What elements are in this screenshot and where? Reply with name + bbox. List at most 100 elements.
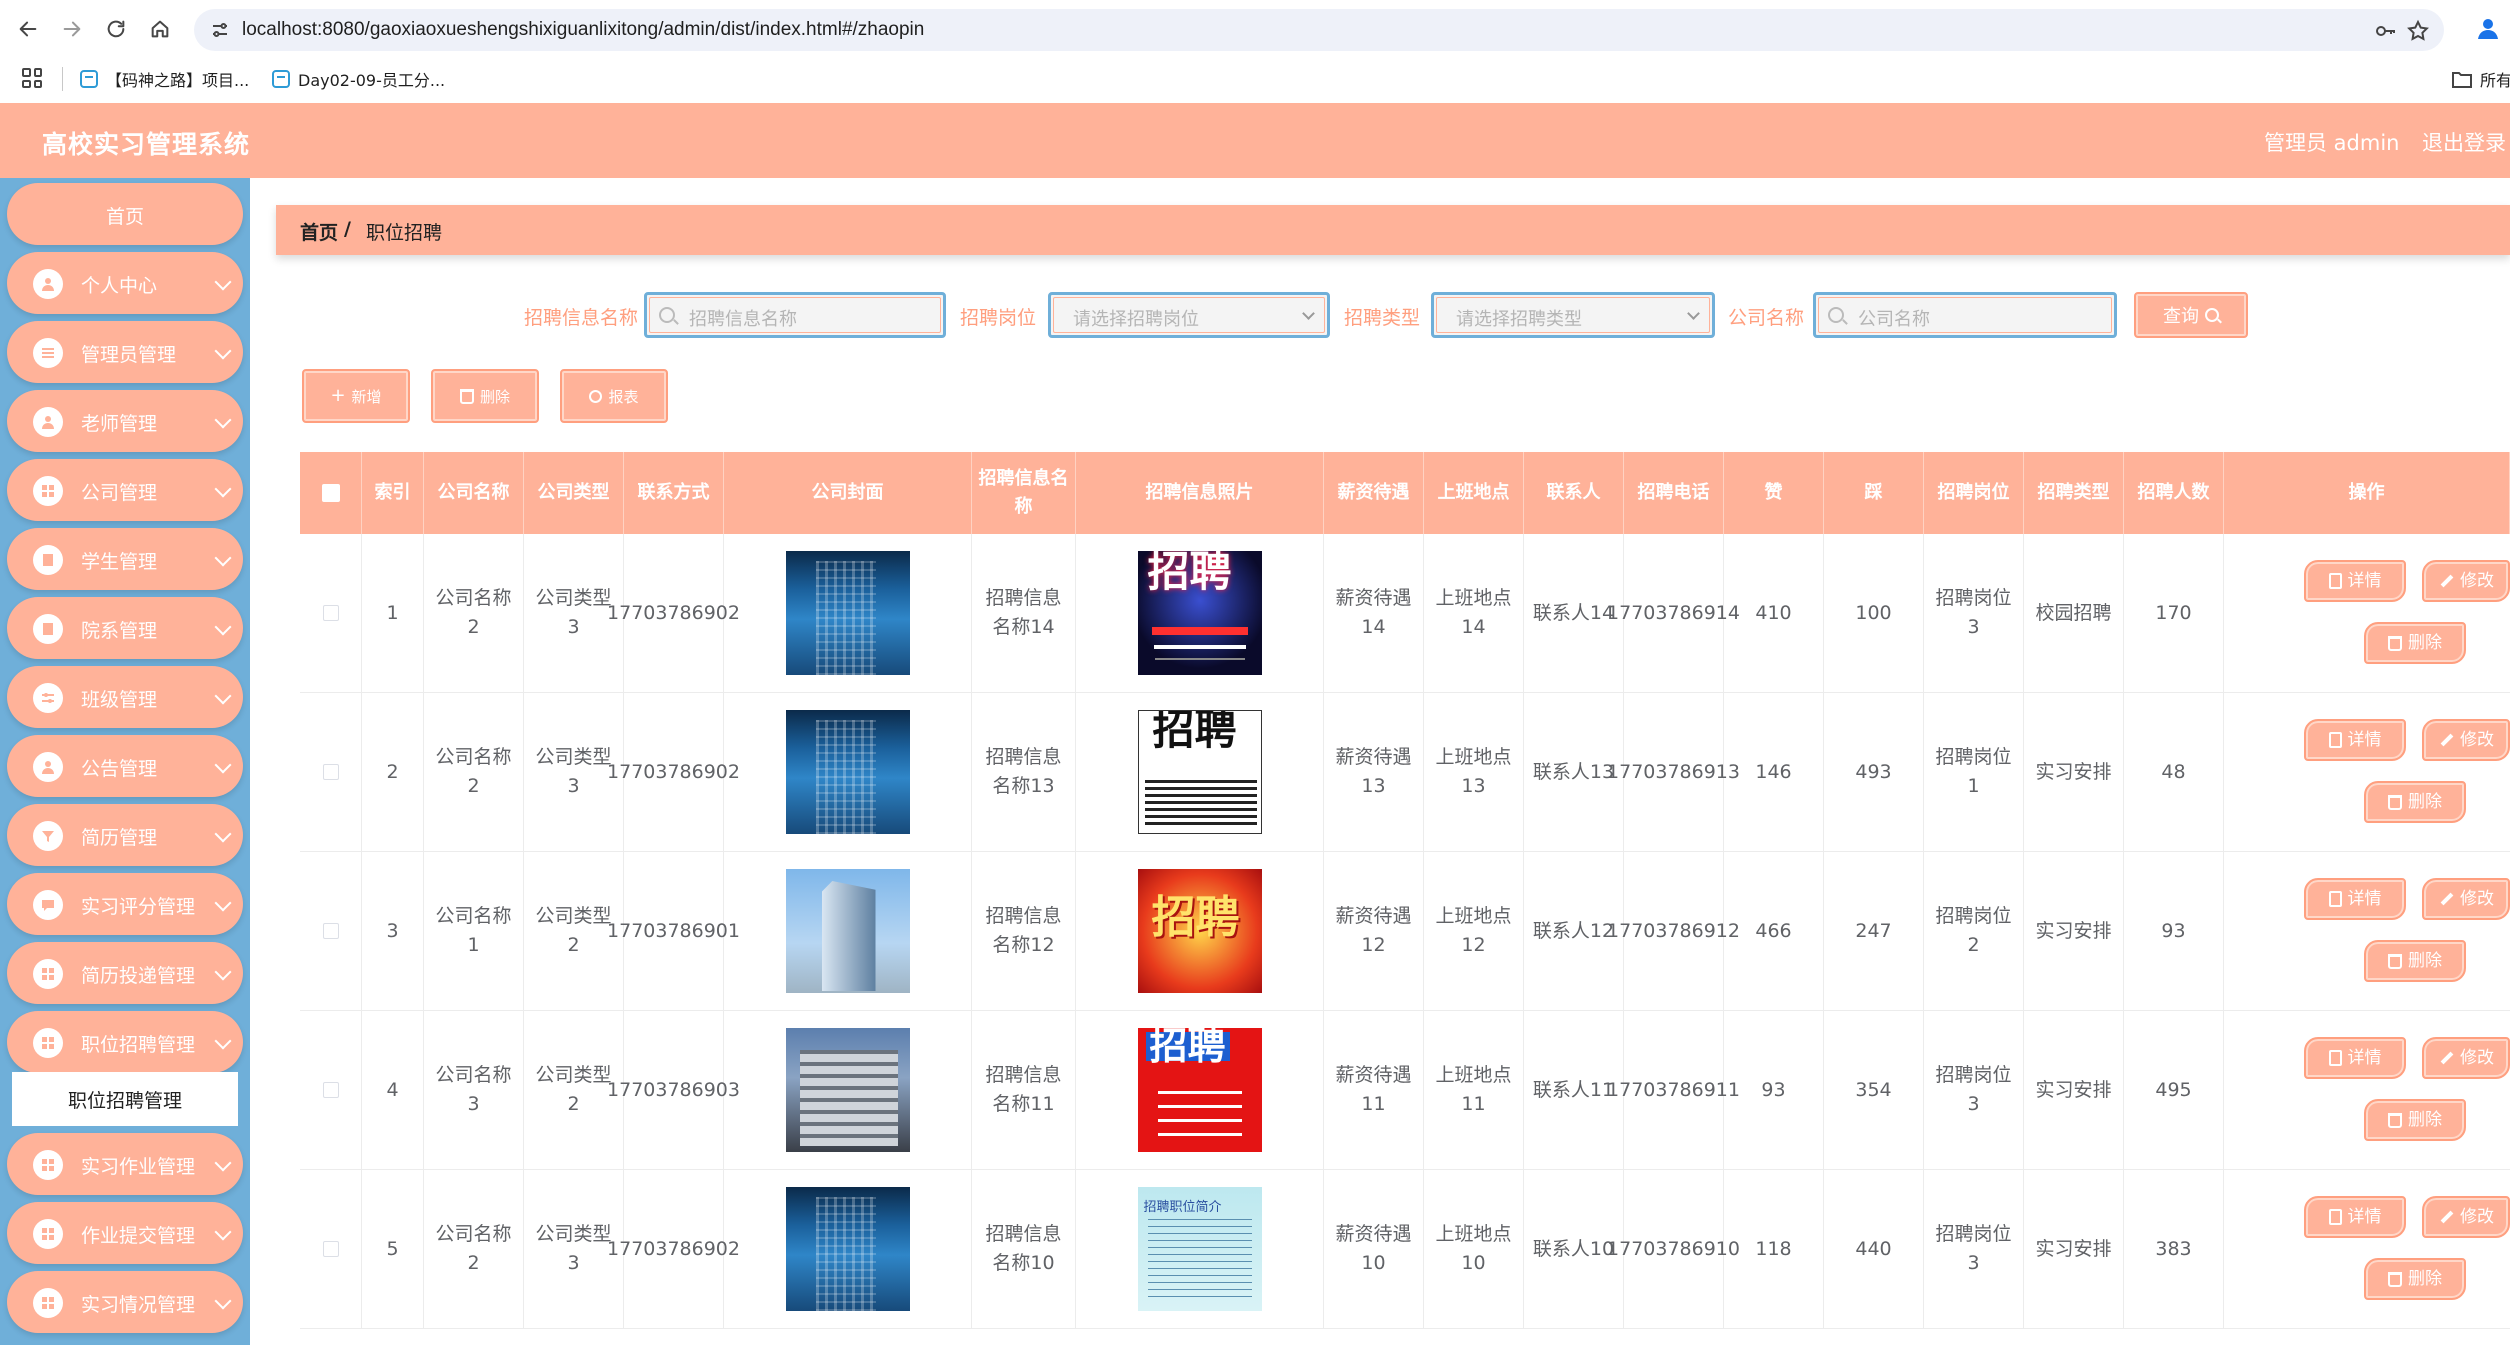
company-cover-image[interactable]: [785, 710, 910, 834]
filter-icon: [33, 821, 63, 851]
chevron-down-icon: [214, 1154, 232, 1172]
sidebar-item-13[interactable]: 实习作业管理: [7, 1133, 243, 1195]
chevron-down-icon: [214, 1032, 232, 1050]
sidebar-item-4[interactable]: 公司管理: [7, 459, 243, 521]
address-bar[interactable]: localhost:8080/gaoxiaoxueshengshixiguanl…: [194, 9, 2444, 51]
company-cover-image[interactable]: [785, 551, 910, 675]
company-cover-image[interactable]: [785, 869, 910, 993]
site-info-icon[interactable]: [210, 20, 230, 40]
edit-button[interactable]: 修改: [2422, 719, 2510, 761]
trash-icon: [2388, 953, 2402, 969]
sidebar-item-14[interactable]: 作业提交管理: [7, 1202, 243, 1264]
name-filter-input[interactable]: 招聘信息名称: [644, 292, 946, 338]
delete-button[interactable]: 删除: [2364, 1099, 2466, 1141]
add-button[interactable]: + 新增: [302, 369, 410, 423]
recruitment-photo-image[interactable]: [1137, 551, 1262, 675]
sidebar-item-9[interactable]: 简历管理: [7, 804, 243, 866]
photo-cell: [1076, 1170, 1324, 1328]
recruitment-photo-image[interactable]: [1137, 1187, 1262, 1311]
sidebar-item-3[interactable]: 老师管理: [7, 390, 243, 452]
back-icon[interactable]: [12, 13, 44, 45]
delete-button[interactable]: 删除: [2364, 1258, 2466, 1300]
reload-icon[interactable]: [100, 13, 132, 45]
edit-button[interactable]: 修改: [2422, 560, 2510, 602]
bookmark-item-1[interactable]: 【码神之路】项目...: [80, 67, 249, 91]
cell-count: 495: [2124, 1011, 2224, 1169]
sidebar-item-12[interactable]: 职位招聘管理: [7, 1011, 243, 1073]
recruitment-photo-image[interactable]: [1137, 710, 1262, 834]
row-checkbox[interactable]: [322, 1241, 339, 1257]
sidebar-item-10[interactable]: 实习评分管理: [7, 873, 243, 935]
sidebar-item-11[interactable]: 简历投递管理: [7, 942, 243, 1004]
cell-tel: 17703786911: [1607, 1011, 1740, 1169]
delete-button[interactable]: 删除: [2364, 781, 2466, 823]
submenu-item-active[interactable]: 职位招聘管理: [12, 1072, 238, 1126]
delete-button[interactable]: 删除: [2364, 622, 2466, 664]
sidebar-item-5[interactable]: 学生管理: [7, 528, 243, 590]
company-cover-image[interactable]: [785, 1187, 910, 1311]
apps-icon[interactable]: [22, 68, 42, 88]
detail-button[interactable]: 详情: [2304, 1196, 2406, 1238]
detail-button[interactable]: 详情: [2304, 1037, 2406, 1079]
position-filter-select[interactable]: 请选择招聘岗位: [1048, 292, 1330, 338]
detail-button[interactable]: 详情: [2304, 719, 2406, 761]
company-filter-placeholder: 公司名称: [1858, 309, 1930, 330]
edit-button[interactable]: 修改: [2422, 1037, 2510, 1079]
sidebar-item-7[interactable]: 班级管理: [7, 666, 243, 728]
breadcrumb-home[interactable]: 首页: [300, 218, 338, 245]
forward-icon[interactable]: [56, 13, 88, 45]
chevron-down-icon: [214, 894, 232, 912]
recruitment-photo-image[interactable]: [1137, 869, 1262, 993]
password-key-icon[interactable]: [2374, 19, 2398, 43]
column-header: 招聘信息名称: [972, 452, 1076, 534]
row-checkbox[interactable]: [322, 1082, 339, 1098]
sidebar-item-8[interactable]: 公告管理: [7, 735, 243, 797]
detail-button[interactable]: 详情: [2304, 560, 2406, 602]
cell-name: 招聘信息名称12: [972, 852, 1076, 1010]
row-checkbox-cell: [300, 693, 362, 851]
bulk-delete-button[interactable]: 删除: [431, 369, 539, 423]
bookmark-star-icon[interactable]: [2406, 19, 2430, 43]
edit-button[interactable]: 修改: [2422, 1196, 2510, 1238]
select-all-checkbox[interactable]: [321, 484, 340, 502]
row-checkbox[interactable]: [322, 764, 339, 780]
all-bookmarks[interactable]: 所有: [2452, 67, 2510, 91]
edit-button[interactable]: 修改: [2422, 878, 2510, 920]
sidebar-item-15[interactable]: 实习情况管理: [7, 1271, 243, 1333]
name-filter-label: 招聘信息名称: [524, 307, 639, 329]
bookmark-item-2[interactable]: Day02-09-员工分...: [272, 67, 445, 91]
cell-phone: 17703786902: [607, 1170, 740, 1328]
bilibili-icon: [80, 70, 98, 88]
home-icon[interactable]: [144, 13, 176, 45]
company-cover-image[interactable]: [785, 1028, 910, 1152]
detail-button[interactable]: 详情: [2304, 878, 2406, 920]
position-filter-placeholder: 请选择招聘岗位: [1073, 309, 1199, 330]
row-checkbox[interactable]: [322, 923, 339, 939]
chevron-down-icon: [214, 342, 232, 360]
query-button[interactable]: 查询: [2134, 292, 2248, 338]
table-header: 索引 公司名称 公司类型 联系方式 公司封面 招聘信息名称 招聘信息照片 薪资待遇 上班地点 联系…: [300, 452, 2510, 534]
cell-company: 公司名称2: [424, 693, 524, 851]
sidebar-item-home[interactable]: 首页: [7, 183, 243, 245]
profile-icon[interactable]: [2474, 14, 2502, 42]
logout-link[interactable]: 退出登录: [2422, 127, 2506, 157]
grid-icon: [33, 959, 63, 989]
sidebar-item-2[interactable]: 管理员管理: [7, 321, 243, 383]
delete-label: 删除: [2408, 950, 2442, 971]
sidebar-item-label: 老师管理: [81, 413, 158, 435]
sidebar-item-1[interactable]: 个人中心: [7, 252, 243, 314]
delete-button[interactable]: 删除: [2364, 940, 2466, 982]
report-button[interactable]: 报表: [560, 369, 668, 423]
type-filter-select[interactable]: 请选择招聘类型: [1431, 292, 1715, 338]
url-text[interactable]: localhost:8080/gaoxiaoxueshengshixiguanl…: [242, 19, 924, 41]
sidebar-item-6[interactable]: 院系管理: [7, 597, 243, 659]
delete-label: 删除: [2408, 791, 2442, 812]
row-checkbox[interactable]: [322, 605, 339, 621]
grid-icon: [33, 1288, 63, 1318]
column-header: 索引: [362, 452, 424, 534]
cell-name: 招聘信息名称11: [972, 1011, 1076, 1169]
recruitment-photo-image[interactable]: [1137, 1028, 1262, 1152]
company-filter-input[interactable]: 公司名称: [1813, 292, 2117, 338]
cell-index: 2: [362, 693, 424, 851]
select-all-cell: [300, 452, 362, 534]
